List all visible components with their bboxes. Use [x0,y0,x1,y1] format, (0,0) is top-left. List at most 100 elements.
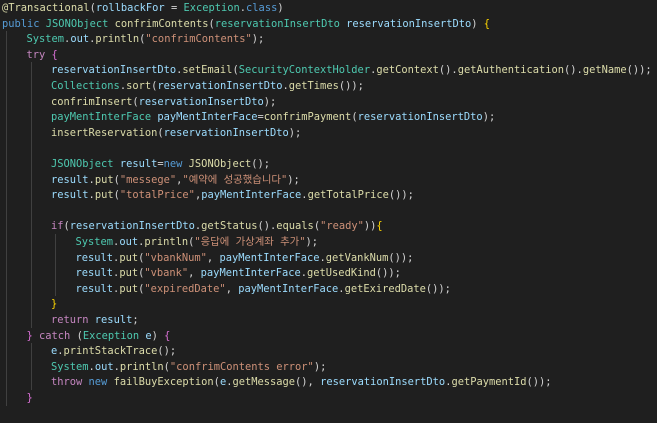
code-token: "totalPrice" [119,189,195,202]
code-token: put [119,282,139,295]
code-line[interactable]: payMentInterFace payMentInterFace=confri… [51,109,495,125]
code-token: Collections [51,80,120,92]
code-token: { [376,220,383,233]
code-token: getMessage [232,376,296,389]
code-token: , [225,282,239,295]
code-token: println [144,236,189,248]
code-line[interactable]: public JSONObject confrimContents(reserv… [2,16,490,32]
code-token: ) [277,2,284,14]
code-line[interactable]: if(reservationInsertDto.getStatus().equa… [51,218,383,234]
code-token: "vbank" [144,267,189,280]
code-token: ); [251,33,265,46]
code-editor[interactable]: @Transactional(rollbackFor = Exception.c… [0,0,657,423]
code-line[interactable]: @Transactional(rollbackFor = Exception.c… [2,0,284,16]
code-token: put [94,189,114,202]
code-token: result [75,282,114,295]
code-token: System [51,360,89,373]
code-token: = [164,2,184,14]
code-line[interactable]: reservationInsertDto.setEmail(SecurityCo… [51,62,652,78]
code-token: "confrimContents" [145,33,252,46]
indent-guide [55,234,56,297]
code-token: JSONObject [45,17,115,30]
code-token: if [51,220,64,233]
code-line[interactable]: e.printStackTrace(); [51,343,176,359]
code-line[interactable]: } [27,390,33,406]
code-token: (); [157,345,177,358]
code-line[interactable]: result.put("totalPrice",payMentInterFace… [51,187,414,203]
code-token: "응답에 가상계좌 추가" [194,236,306,248]
code-token: getAuthentication [457,64,565,77]
code-token: "예약에 성공했습니다" [182,173,288,186]
code-token: printStackTrace [63,345,158,358]
code-token: try [26,48,52,61]
code-token: ) [151,329,165,342]
code-token: result [51,189,89,202]
code-token: "confrimContents error" [169,360,314,373]
code-token: ()); [425,282,451,295]
code-token: ()); [388,251,414,264]
code-token: out [94,360,114,373]
code-token: reservationInsertDto [138,95,264,108]
code-token: getTimes [288,80,339,92]
code-line[interactable]: confrimInsert(reservationInsertDto); [51,94,276,110]
code-token: { [51,48,58,61]
code-token: ) [471,17,484,30]
code-line[interactable]: try { [27,47,58,63]
indent-guide [30,62,32,328]
code-line[interactable]: result.put("expiredDate", payMentInterFa… [76,281,451,297]
code-token: setEmail [182,64,233,77]
code-token: JSONObject [51,158,120,170]
code-token: confrimContents [114,17,209,30]
code-token: rollbackFor [95,2,165,14]
code-token: catch [39,329,77,342]
code-token: payMentInterFace [201,189,302,202]
code-token: ; [132,314,139,326]
code-token: failBuyException [113,376,214,389]
code-token: @Transactional [2,2,90,14]
code-token: insertReservation [51,126,158,139]
code-line[interactable]: result.put("messege","예약에 성공했습니다"); [51,172,300,188]
code-token: payMentInterFace [157,111,258,124]
code-line[interactable]: return result; [51,312,139,328]
code-token: System [75,236,114,248]
code-token: ); [305,236,318,248]
code-token: ); [287,173,300,186]
code-token: reservationInsertDto [163,126,289,139]
code-token: getUsedKind [307,267,376,280]
code-token: ); [482,111,496,124]
code-line[interactable]: } [51,296,57,312]
code-token: result [75,251,114,264]
code-token: reservationInsertDto [51,64,177,77]
code-token: )) [363,220,377,233]
code-token: (); [251,158,271,170]
code-line[interactable]: JSONObject result=new JSONObject(); [51,156,270,172]
code-token: ()); [626,64,652,77]
code-line[interactable]: result.put("vbank", payMentInterFace.get… [76,265,401,281]
code-token: reservationInsertDto [357,111,483,124]
code-line[interactable]: } catch (Exception e) { [27,328,171,344]
code-token: result [75,267,114,280]
code-token: getVankNum [325,251,389,264]
code-line[interactable]: result.put("vbankNum", payMentInterFace.… [76,250,414,266]
code-token: result [51,173,89,186]
code-line[interactable]: System.out.println("confrimContents"); [27,31,265,47]
code-token: return [51,314,95,326]
code-token: "expiredDate" [144,282,226,295]
code-token: out [119,236,139,248]
code-token: } [26,392,33,404]
code-token: result [119,158,158,170]
code-line[interactable]: insertReservation(reservationInsertDto); [51,125,301,141]
code-line[interactable]: Collections.sort(reservationInsertDto.ge… [51,78,364,94]
code-line[interactable]: System.out.println("confrimContents erro… [51,359,326,375]
code-line[interactable]: System.out.println("응답에 가상계좌 추가"); [76,234,319,250]
code-token: println [95,33,140,46]
code-token: throw [51,376,89,389]
code-line[interactable]: throw new failBuyException(e.getMessage(… [51,374,552,390]
code-token: ); [263,95,277,108]
code-token: , [206,251,220,264]
code-token: { [483,17,491,30]
code-token: new [163,158,189,170]
code-token: } [51,298,58,311]
code-token: Exception [82,329,146,342]
code-token: "ready" [320,220,364,233]
